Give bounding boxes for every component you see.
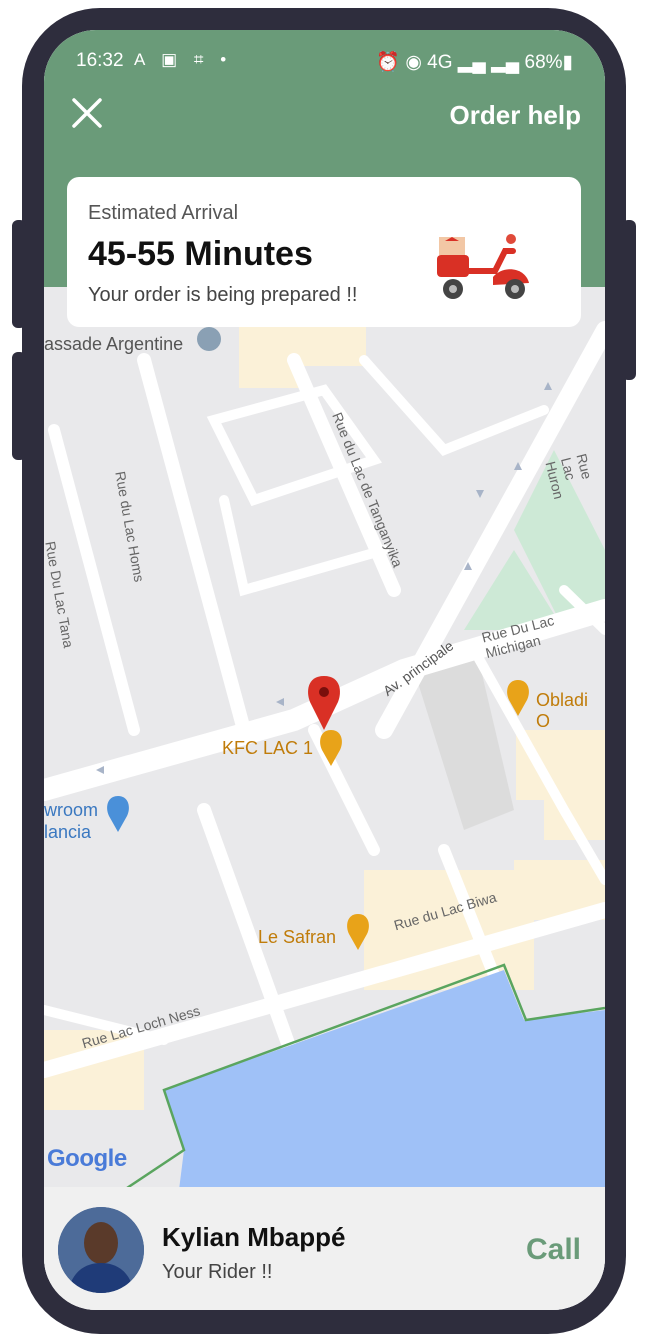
embassy-poi-marker[interactable] [197,327,221,351]
map-label-showroom-2: lancia [44,822,92,842]
system-icons: ⏰ ◉ 4G ▂▄ ▂▄ 68%▮ [376,52,573,73]
delivery-scooter-icon [437,234,529,299]
volume-down-button [12,352,26,460]
map-label-showroom-1: wroom [44,800,99,820]
map-label-obladi: Obladi O [536,690,589,731]
rider-role: Your Rider !! [162,1261,273,1283]
close-icon[interactable] [70,96,104,130]
map-label-kfc: KFC LAC 1 [222,738,314,758]
eta-label: Estimated Arrival [88,202,239,224]
eta-card: Estimated Arrival 45-55 Minutes Your ord… [67,177,581,327]
status-bar: 16:32 A ▣ ⌗ • ⏰ ◉ 4G ▂▄ ▂▄ 68%▮ [76,48,573,76]
screen: assade Argentine Rue du Lac Homs Rue du … [44,30,605,1310]
order-status-text: Your order is being prepared !! [88,284,358,306]
rider-panel: Kylian Mbappé Your Rider !! Call [44,1187,605,1310]
status-time: 16:32 [76,50,124,71]
rider-avatar [58,1207,144,1293]
order-help-button[interactable]: Order help [450,100,581,131]
map-label-embassy: assade Argentine [44,334,184,354]
eta-time-range: 45-55 Minutes [88,235,313,273]
volume-up-button [12,220,26,328]
notification-icons: A ▣ ⌗ • [134,50,233,69]
map-label-safran: Le Safran [258,927,337,947]
rider-name: Kylian Mbappé [162,1222,346,1252]
call-button[interactable]: Call [526,1233,581,1267]
google-logo: Google [47,1145,127,1172]
power-button [622,220,636,380]
